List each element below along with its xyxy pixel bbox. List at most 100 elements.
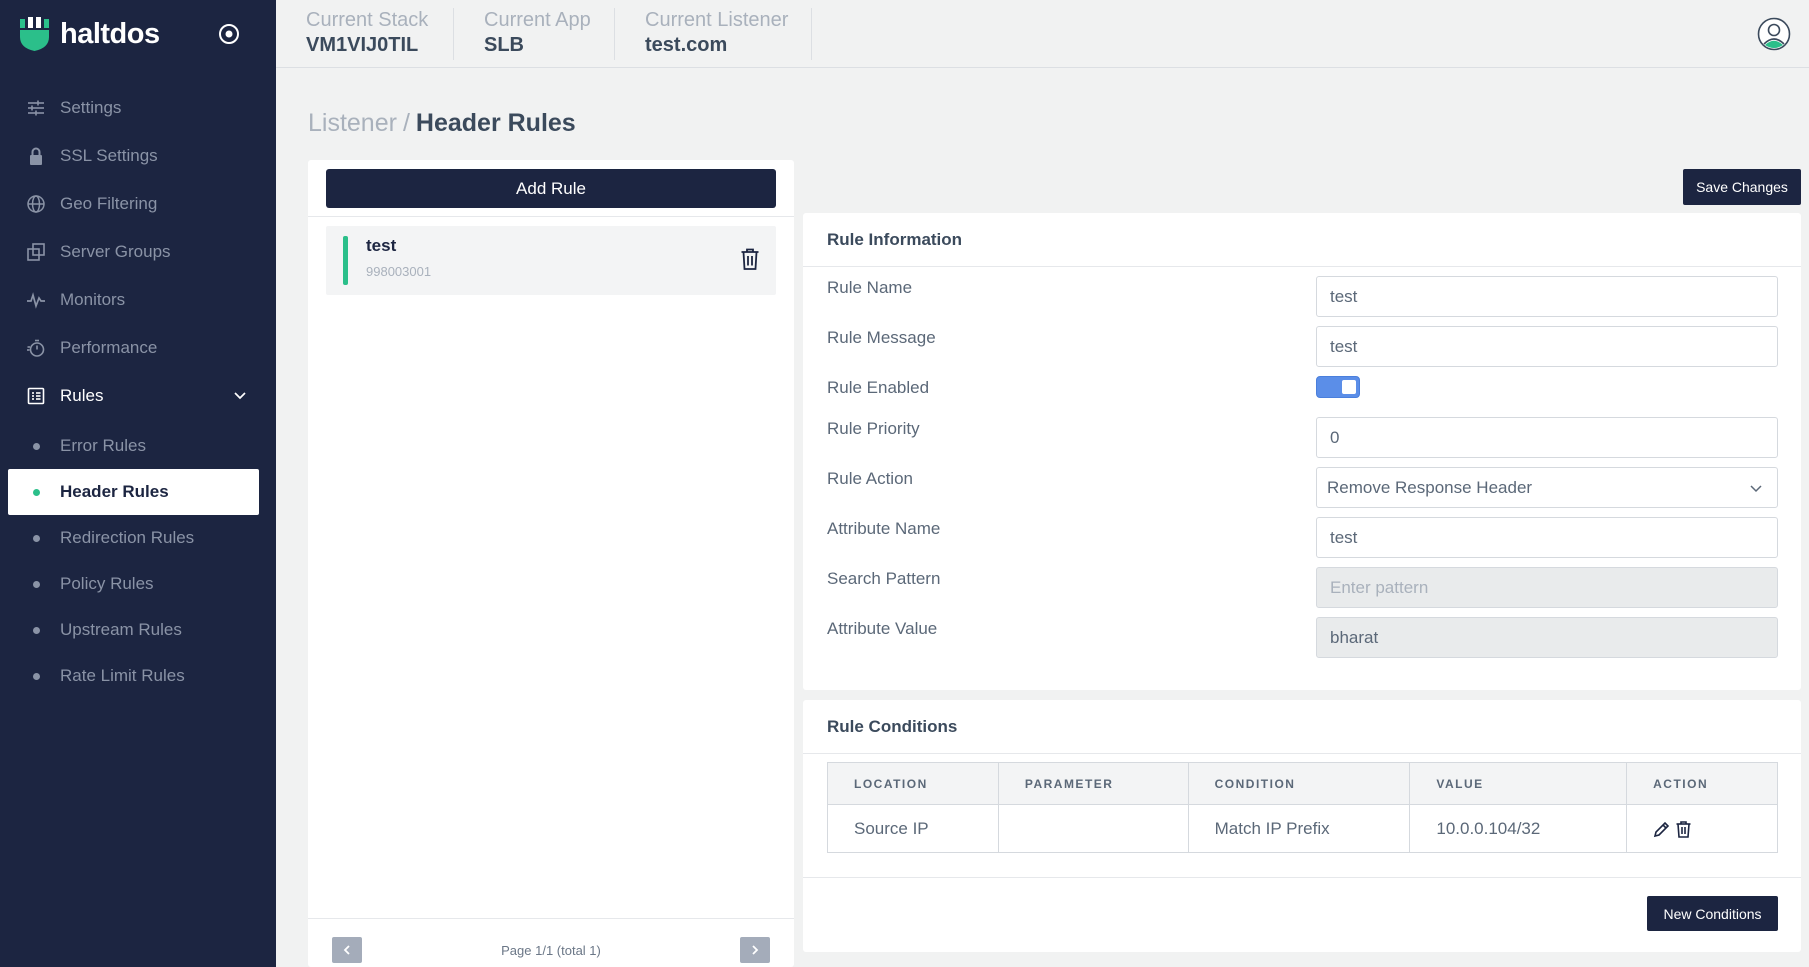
new-conditions-button[interactable]: New Conditions <box>1647 896 1778 931</box>
sidebar-item-label: Monitors <box>60 290 126 309</box>
rule-list-item[interactable]: test 998003001 <box>326 226 776 295</box>
card-title: Rule Conditions <box>827 717 958 736</box>
current-listener[interactable]: Current Listener test.com <box>615 8 812 60</box>
trash-icon[interactable] <box>1675 820 1692 838</box>
rule-conditions-card: Rule Conditions LOCATION PARAMETER CONDI… <box>803 700 1801 952</box>
target-icon[interactable] <box>218 23 240 45</box>
chevron-down-icon[interactable] <box>233 388 247 402</box>
bullet-dot-icon <box>33 581 40 588</box>
rule-enabled-toggle[interactable] <box>1316 376 1360 398</box>
attribute-value-label: Attribute Value <box>827 619 938 638</box>
pager-next-button[interactable] <box>740 937 770 963</box>
sliders-icon <box>26 98 46 118</box>
column-header: VALUE <box>1409 762 1628 805</box>
column-header: PARAMETER <box>997 762 1189 805</box>
sidebar-item-settings[interactable]: Settings <box>0 86 276 130</box>
sidebar-item-rules[interactable]: Rules <box>0 374 276 418</box>
rule-message-input[interactable]: test <box>1316 326 1778 367</box>
sidebar-subitem-header-rules[interactable]: Header Rules <box>8 469 259 515</box>
top-header: Current Stack VM1VIJ0TIL Current App SLB… <box>276 0 1809 68</box>
bullet-dot-icon <box>33 673 40 680</box>
cell-action <box>1626 804 1778 853</box>
rule-priority-label: Rule Priority <box>827 419 920 438</box>
list-icon <box>26 386 46 406</box>
sidebar-item-label: Performance <box>60 338 158 357</box>
sidebar-subitem-error-rules[interactable]: Error Rules <box>8 423 259 469</box>
rule-action-label: Rule Action <box>827 469 913 488</box>
sidebar-subitem-label: Rate Limit Rules <box>60 666 185 685</box>
sidebar-item-server-groups[interactable]: Server Groups <box>0 230 276 274</box>
current-stack[interactable]: Current Stack VM1VIJ0TIL <box>276 8 454 60</box>
sidebar-item-label: SSL Settings <box>60 146 158 165</box>
sidebar-subitem-policy-rules[interactable]: Policy Rules <box>8 561 259 607</box>
current-app-value: SLB <box>484 34 524 56</box>
current-app-label: Current App <box>484 9 591 31</box>
sidebar-item-monitors[interactable]: Monitors <box>0 278 276 322</box>
copy-icon <box>26 242 46 262</box>
attribute-value-input[interactable]: bharat <box>1316 617 1778 658</box>
attribute-name-input[interactable]: test <box>1316 517 1778 558</box>
rule-name: test <box>366 236 397 255</box>
rules-list-panel: Add Rule test 998003001 Page 1/1 (total … <box>308 160 794 967</box>
sidebar-subitem-label: Upstream Rules <box>60 620 182 639</box>
rule-name-input[interactable]: test <box>1316 276 1778 317</box>
rule-id: 998003001 <box>366 264 432 279</box>
sidebar-subitem-redirection-rules[interactable]: Redirection Rules <box>8 515 259 561</box>
trash-icon[interactable] <box>740 247 760 271</box>
sidebar: haltdos Settings SSL Settings Geo Filter… <box>0 0 276 967</box>
rule-message-label: Rule Message <box>827 328 936 347</box>
page-title: Header Rules <box>415 109 576 137</box>
sidebar-item-label: Settings <box>60 98 122 117</box>
rule-action-value: Remove Response Header <box>1327 477 1533 497</box>
column-header: ACTION <box>1626 762 1778 805</box>
conditions-table: LOCATION PARAMETER CONDITION VALUE ACTIO… <box>827 762 1778 853</box>
search-pattern-input[interactable]: Enter pattern <box>1316 567 1778 608</box>
breadcrumb: Listener / Header Rules <box>308 109 576 138</box>
chevron-right-icon <box>752 945 759 955</box>
chevron-down-icon <box>1750 485 1762 493</box>
column-header: LOCATION <box>827 762 999 805</box>
save-changes-button[interactable]: Save Changes <box>1683 169 1801 205</box>
bullet-dot-icon <box>33 535 40 542</box>
toggle-knob <box>1342 380 1356 394</box>
rule-priority-input[interactable]: 0 <box>1316 417 1778 458</box>
sidebar-item-label: Rules <box>60 386 104 405</box>
cell-condition: Match IP Prefix <box>1187 804 1411 853</box>
sidebar-subitem-rate-limit-rules[interactable]: Rate Limit Rules <box>8 653 259 699</box>
sidebar-subitem-upstream-rules[interactable]: Upstream Rules <box>8 607 259 653</box>
lock-icon <box>26 146 46 166</box>
pulse-icon <box>26 290 46 310</box>
card-title: Rule Information <box>827 230 963 249</box>
divider <box>803 266 1801 267</box>
user-avatar-icon[interactable] <box>1757 17 1791 51</box>
sidebar-item-ssl-settings[interactable]: SSL Settings <box>0 134 276 178</box>
column-header: CONDITION <box>1187 762 1411 805</box>
breadcrumb-parent[interactable]: Listener <box>308 109 397 137</box>
globe-icon <box>26 194 46 214</box>
current-app[interactable]: Current App SLB <box>454 8 615 60</box>
rule-action-select[interactable]: Remove Response Header <box>1316 467 1778 508</box>
search-pattern-label: Search Pattern <box>827 569 941 588</box>
current-listener-value: test.com <box>645 34 728 56</box>
bullet-dot-icon <box>33 443 40 450</box>
divider <box>308 918 794 919</box>
pager-status: Page 1/1 (total 1) <box>501 943 601 958</box>
cell-parameter <box>997 804 1189 853</box>
stopwatch-icon <box>26 338 46 358</box>
cell-location: Source IP <box>827 804 999 853</box>
sidebar-item-geo-filtering[interactable]: Geo Filtering <box>0 182 276 226</box>
rule-active-indicator <box>343 236 348 285</box>
bullet-dot-icon <box>33 627 40 634</box>
breadcrumb-separator: / <box>402 109 410 137</box>
pencil-icon[interactable] <box>1653 820 1670 838</box>
current-stack-label: Current Stack <box>306 9 429 31</box>
divider <box>803 877 1801 878</box>
add-rule-button[interactable]: Add Rule <box>326 169 776 208</box>
sidebar-subitem-label: Error Rules <box>60 436 146 455</box>
current-listener-label: Current Listener <box>645 9 789 31</box>
current-stack-value: VM1VIJ0TIL <box>306 34 419 56</box>
sidebar-item-performance[interactable]: Performance <box>0 326 276 370</box>
sidebar-item-label: Server Groups <box>60 242 171 261</box>
rule-information-card: Rule Information Rule Name test Rule Mes… <box>803 213 1801 690</box>
haltdos-logo-icon <box>20 17 49 51</box>
